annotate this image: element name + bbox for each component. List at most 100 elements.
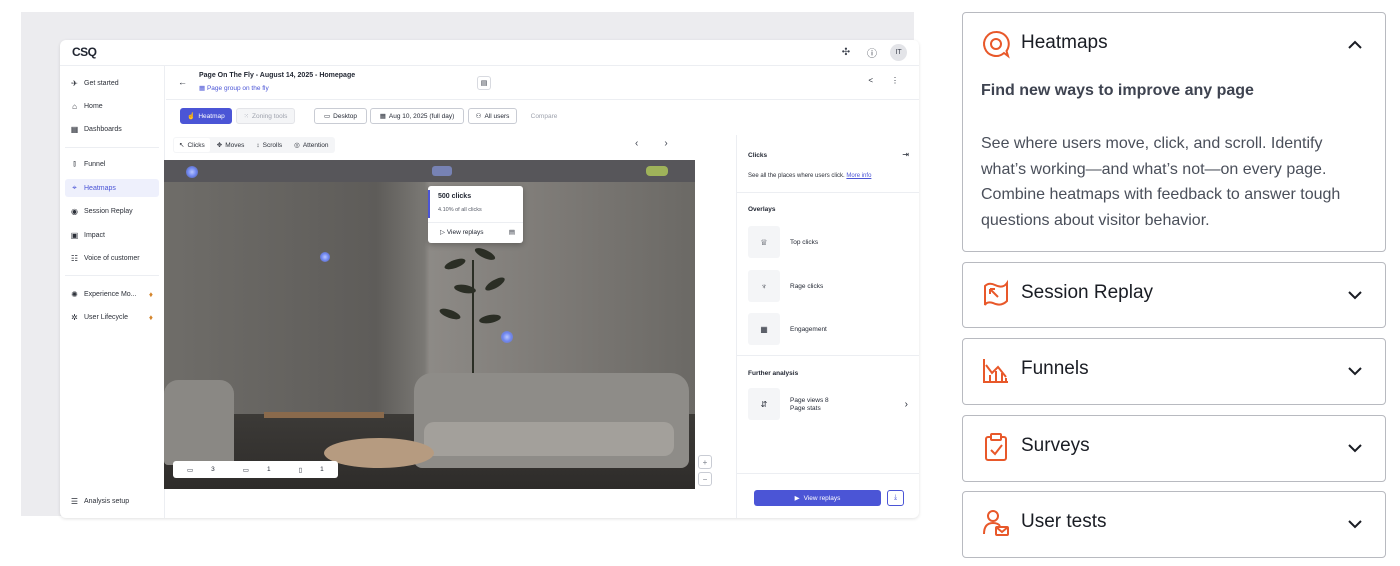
accordion-header-funnels[interactable]: Funnels xyxy=(963,339,1385,403)
further-analysis-heading: Further analysis xyxy=(748,370,799,377)
divider xyxy=(65,275,159,276)
zoom-in-button[interactable]: + xyxy=(698,455,712,469)
page-stats-item[interactable]: ⇵ Page views 8 Page stats › xyxy=(748,387,908,421)
mobile-count[interactable]: ▯ 1 xyxy=(285,466,338,474)
date-label: Aug 10, 2025 (full day) xyxy=(388,112,455,120)
help-icon[interactable]: ⓘ xyxy=(864,45,880,61)
overlays-heading: Overlays xyxy=(748,206,776,213)
eye-icon: ◎ xyxy=(294,142,300,149)
divider xyxy=(737,192,919,193)
tab-label: Scrolls xyxy=(262,141,283,149)
tooltip-action-label: View replays xyxy=(446,229,484,236)
compare-button[interactable]: Compare xyxy=(524,108,564,124)
tooltip-accent xyxy=(428,190,430,218)
view-replays-label: View replays xyxy=(803,494,841,502)
sidebar-item-home[interactable]: ⌂ Home xyxy=(65,97,159,115)
overlay-top-clicks[interactable]: ♕ Top clicks xyxy=(748,225,908,259)
download-icon[interactable]: ⤓ xyxy=(887,490,904,506)
logo: CSQ xyxy=(72,45,97,59)
sidebar-item-funnel[interactable]: ⫾ Funnel xyxy=(65,155,159,173)
page-views-label: Page views 8 xyxy=(790,396,829,404)
preview-plant xyxy=(434,240,524,380)
accordion-session-replay[interactable]: Session Replay xyxy=(962,262,1386,328)
sidebar-item-get-started[interactable]: ✈ Get started xyxy=(65,74,159,92)
sidebar-item-dashboards[interactable]: ▦ Dashboards xyxy=(65,120,159,138)
avatar[interactable]: IT xyxy=(890,44,907,61)
play-icon: ▶ xyxy=(794,495,800,502)
sidebar-item-session-replay[interactable]: ◉ Session Replay xyxy=(65,202,159,220)
overlay-rage-clicks[interactable]: ♆ Rage clicks xyxy=(748,269,908,303)
sidebar-item-label: Experience Mo... xyxy=(84,290,137,298)
premium-gem-icon: ♦ xyxy=(148,312,153,322)
sidebar-item-label: Funnel xyxy=(84,160,106,168)
view-replays-button[interactable]: ▶ View replays xyxy=(754,490,881,506)
collapse-panel-icon[interactable]: ⇥ xyxy=(902,150,909,159)
accordion-header-heatmaps[interactable]: Heatmaps xyxy=(963,13,1385,77)
sidebar-item-experience-monitoring[interactable]: ✺ Experience Mo... ♦ xyxy=(65,285,159,303)
back-arrow-icon[interactable]: ← xyxy=(178,77,187,87)
accordion-header-surveys[interactable]: Surveys xyxy=(963,416,1385,480)
segment-select[interactable]: ⚇ All users xyxy=(468,108,517,124)
play-icon: ◉ xyxy=(71,206,78,216)
count-value: 1 xyxy=(266,466,271,473)
preview-site-header xyxy=(164,160,695,182)
tooltip-view-replays[interactable]: ▷ View replays xyxy=(440,228,484,236)
overlay-label: Engagement xyxy=(790,325,827,333)
click-hotspot[interactable] xyxy=(501,331,513,343)
device-select[interactable]: ▭ Desktop xyxy=(314,108,367,124)
tab-label: Attention xyxy=(302,141,329,149)
scroll-icon: ↕ xyxy=(256,141,260,149)
page-stats-label: Page stats xyxy=(790,404,821,412)
sidebar-item-user-lifecycle[interactable]: ✲ User Lifecycle ♦ xyxy=(65,308,159,326)
device-counts: ▭ 3 ▭ 1 ▯ 1 xyxy=(173,461,338,478)
move-icon: ✥ xyxy=(216,142,223,149)
tablet-count[interactable]: ▭ 1 xyxy=(229,466,285,474)
zoning-icon: ⁙ xyxy=(243,113,250,120)
puzzle-icon[interactable]: ✣ xyxy=(838,45,854,61)
sidebar-item-voice-of-customer[interactable]: ☷ Voice of customer xyxy=(65,249,159,267)
zoning-tools-button[interactable]: ⁙ Zoning tools xyxy=(236,108,295,124)
count-value: 1 xyxy=(320,466,324,473)
accordion-surveys[interactable]: Surveys xyxy=(962,415,1386,482)
map-icon[interactable]: ▤ xyxy=(477,76,491,90)
sidebar-item-label: Impact xyxy=(84,231,106,239)
share-icon[interactable]: < xyxy=(868,76,873,85)
divider xyxy=(737,473,919,474)
mobile-icon: ▯ xyxy=(298,466,303,474)
click-hotspot[interactable] xyxy=(186,166,198,178)
accordion-header-session-replay[interactable]: Session Replay xyxy=(963,263,1385,327)
sidebar: ✈ Get started ⌂ Home ▦ Dashboards ⫾ Funnel ⌖… xyxy=(60,66,165,518)
heatmap-button[interactable]: ☝ Heatmap xyxy=(180,108,232,124)
click-hotspot[interactable] xyxy=(320,252,330,262)
click-hotspot[interactable] xyxy=(646,166,668,176)
date-select[interactable]: ▦ Aug 10, 2025 (full day) xyxy=(370,108,464,124)
chevron-left-icon[interactable]: ‹ xyxy=(635,138,638,149)
sidebar-item-label: Home xyxy=(84,102,103,110)
document-icon[interactable]: ▤ xyxy=(509,228,515,236)
segment-label: All users xyxy=(484,112,510,120)
sidebar-item-heatmaps[interactable]: ⌖ Heatmaps xyxy=(65,179,159,197)
zoom-out-button[interactable]: − xyxy=(698,472,712,486)
sidebar-item-impact[interactable]: ▣ Impact xyxy=(65,226,159,244)
accordion-title: Surveys xyxy=(1021,435,1090,456)
accordion-user-tests[interactable]: User tests xyxy=(962,491,1386,558)
tab-attention[interactable]: ◎ Attention xyxy=(289,138,333,152)
chevron-right-icon[interactable]: › xyxy=(664,138,667,149)
accordion-header-user-tests[interactable]: User tests xyxy=(963,492,1385,556)
page-group-link[interactable]: ▦ Page group on the fly xyxy=(199,84,269,92)
click-hotspot[interactable] xyxy=(432,166,452,176)
more-info-link[interactable]: More info xyxy=(846,173,871,179)
desktop-count[interactable]: ▭ 3 xyxy=(173,466,229,474)
more-options-icon[interactable]: ⋮ xyxy=(891,76,899,85)
stats-icon: ⇵ xyxy=(748,388,780,420)
chevron-down-icon xyxy=(1348,367,1362,376)
tab-moves[interactable]: ✥ Moves xyxy=(212,138,250,152)
accordion-funnels[interactable]: Funnels xyxy=(962,338,1386,405)
tab-scrolls[interactable]: ↕ Scrolls xyxy=(251,138,287,152)
overlay-engagement[interactable]: ▦ Engagement xyxy=(748,312,908,346)
tablet-icon: ▭ xyxy=(242,466,249,474)
engagement-icon: ▦ xyxy=(748,313,780,345)
impact-icon: ▣ xyxy=(70,230,79,240)
tab-clicks[interactable]: ↖ Clicks xyxy=(174,138,210,152)
sidebar-item-analysis-setup[interactable]: ☰ Analysis setup xyxy=(65,492,159,510)
